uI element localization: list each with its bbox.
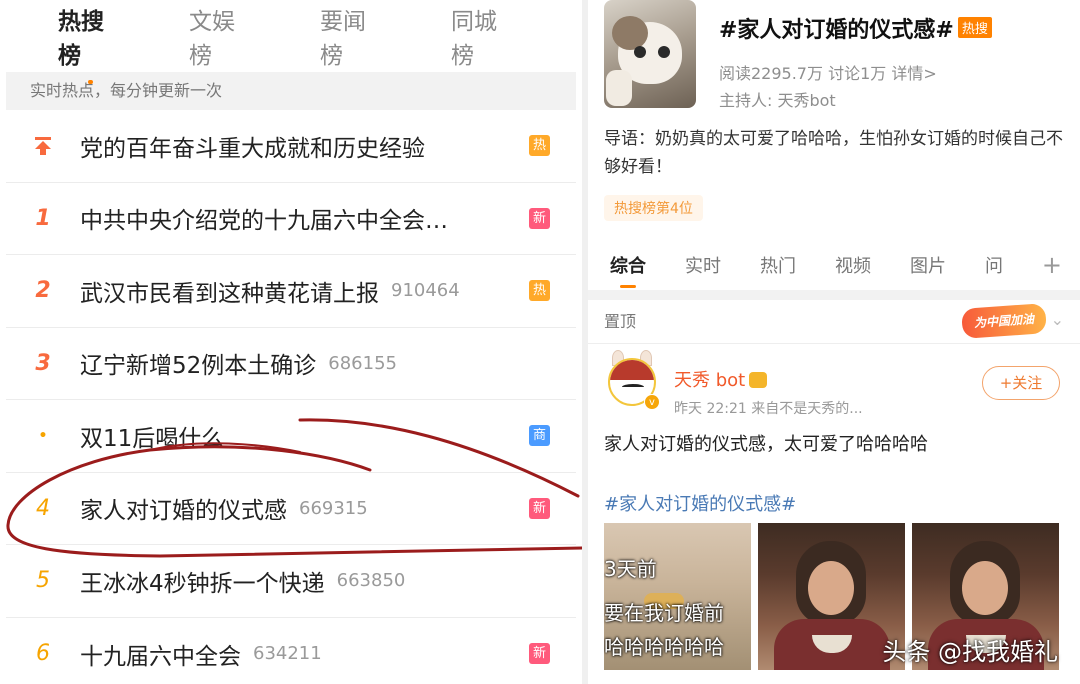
username-text: 天秀 bot — [674, 370, 746, 391]
pin-top-icon — [6, 135, 80, 157]
heat-count: 669315 — [299, 497, 368, 519]
list-item[interactable]: 1 中共中央介绍党的十九届六中全会… 新 — [6, 183, 576, 255]
list-item[interactable]: 2 武汉市民看到这种黄花请上报 910464 热 — [6, 255, 576, 328]
toutiao-watermark: 头条 @找我婚礼 — [882, 638, 1058, 666]
topic-stats[interactable]: 阅读2295.7万 讨论1万 详情> — [719, 60, 937, 84]
tab-popular[interactable]: 热门 — [760, 252, 796, 278]
topic-title-text: #家人对订婚的仪式感# — [719, 18, 954, 43]
tab-news[interactable]: 要闻榜 — [320, 2, 385, 70]
post-text: 家人对订婚的仪式感，太可爱了哈哈哈哈 — [604, 434, 928, 455]
post-username[interactable]: 天秀 bot — [674, 366, 768, 392]
tab-local[interactable]: 同城榜 — [451, 2, 516, 70]
new-badge: 新 — [529, 497, 550, 519]
chevron-down-icon[interactable]: ⌄ — [1051, 310, 1064, 329]
topic-title: #家人对订婚的仪式感# 热搜 — [719, 12, 992, 44]
list-item[interactable]: • 双11后喝什么 商 — [6, 400, 576, 473]
rank-tabs: 热搜榜 文娱榜 要闻榜 同城榜 — [0, 0, 582, 84]
new-badge: 新 — [529, 643, 550, 665]
topic-lead: 导语：奶奶真的太可爱了哈哈哈，生怕孙女订婚的时候自己不够好看！ — [604, 129, 1063, 177]
tab-questions[interactable]: 问 — [985, 252, 1003, 278]
cheer-china-sticker: 为中国加油 — [961, 303, 1047, 339]
rank-number: 5 — [36, 568, 50, 594]
topic-tabs: 综合 实时 热门 视频 图片 问 + — [588, 240, 1080, 290]
tab-entertainment[interactable]: 文娱榜 — [189, 2, 254, 70]
pinned-bar: 置顶 为中国加油 ⌄ — [588, 300, 1080, 344]
heat-count: 686155 — [328, 352, 397, 374]
list-item-title: 王冰冰4秒钟拆一个快递 — [80, 570, 325, 597]
rank-number: 4 — [36, 495, 50, 521]
follow-button[interactable]: +关注 — [982, 366, 1060, 400]
pinned-label: 置顶 — [604, 312, 637, 331]
post-meta: 昨天 22:21 来自不是天秀的... — [674, 401, 863, 417]
heat-count: 634211 — [253, 643, 322, 665]
rank-pill[interactable]: 热搜榜第4位 — [604, 195, 703, 221]
list-item-title: 双11后喝什么 — [80, 425, 225, 452]
topic-detail-panel: #家人对订婚的仪式感# 热搜 阅读2295.7万 讨论1万 详情> 主持人: 天秀… — [588, 0, 1080, 684]
tab-hot-search[interactable]: 热搜榜 — [58, 2, 123, 84]
tab-pictures[interactable]: 图片 — [910, 252, 946, 278]
rank-number: 1 — [35, 205, 51, 231]
avatar[interactable]: v — [604, 350, 660, 412]
post-image[interactable]: 3天前 要在我订婚前 哈哈哈哈哈哈 — [604, 523, 751, 670]
verified-icon: v — [644, 394, 660, 410]
rank-number: 3 — [35, 350, 51, 376]
hot-search-panel: 热搜榜 文娱榜 要闻榜 同城榜 实时热点，每分钟更新一次 党的百年奋斗重大成就和… — [0, 0, 582, 684]
hot-search-tag: 热搜 — [957, 17, 992, 38]
list-item[interactable]: 4 家人对订婚的仪式感 669315 新 — [6, 473, 576, 545]
new-badge: 新 — [529, 207, 550, 229]
heat-count: 910464 — [391, 280, 460, 302]
caption-line: 哈哈哈哈哈哈 — [604, 635, 724, 659]
list-item[interactable]: 5 王冰冰4秒钟拆一个快递 663850 — [6, 545, 576, 618]
list-item-title: 武汉市民看到这种黄花请上报 — [80, 280, 379, 307]
hot-badge: 热 — [529, 135, 550, 157]
tab-video[interactable]: 视频 — [835, 252, 871, 278]
tab-realtime[interactable]: 实时 — [685, 252, 721, 278]
heat-count: 663850 — [336, 570, 406, 592]
hot-search-list: 党的百年奋斗重大成就和历史经验 热 1 中共中央介绍党的十九届六中全会… 新 2… — [0, 110, 582, 684]
vip-icon — [749, 372, 768, 388]
rank-number: 2 — [35, 278, 51, 304]
topic-header: #家人对订婚的仪式感# 热搜 阅读2295.7万 讨论1万 详情> 主持人: 天秀… — [588, 0, 1080, 115]
list-item-title: 十九届六中全会 — [80, 643, 241, 670]
realtime-subheader: 实时热点，每分钟更新一次 — [6, 72, 576, 110]
list-item-title: 辽宁新增52例本土确诊 — [80, 353, 317, 380]
section-separator — [588, 290, 1080, 300]
caption-line: 要在我订婚前 — [604, 601, 724, 625]
topic-host: 主持人: 天秀bot — [719, 91, 836, 110]
list-item-title: 中共中央介绍党的十九届六中全会… — [80, 208, 448, 235]
list-item[interactable]: 党的百年奋斗重大成就和历史经验 热 — [6, 110, 576, 183]
ad-badge: 商 — [529, 425, 550, 447]
topic-cover-image — [604, 0, 696, 108]
list-item[interactable]: 6 十九届六中全会 634211 新 — [6, 618, 576, 684]
list-item[interactable]: 3 辽宁新增52例本土确诊 686155 — [6, 328, 576, 400]
list-item-title: 党的百年奋斗重大成就和历史经验 — [80, 135, 425, 162]
post-hashtag[interactable]: #家人对订婚的仪式感# — [604, 490, 796, 516]
add-tab-icon[interactable]: + — [1042, 251, 1062, 279]
hot-badge: 热 — [529, 280, 550, 302]
rank-number: 6 — [36, 641, 50, 667]
caption-line: 3天前 — [604, 557, 657, 581]
tab-comprehensive[interactable]: 综合 — [610, 252, 646, 288]
list-item-title: 家人对订婚的仪式感 — [80, 498, 287, 525]
ad-dot: • — [38, 427, 48, 444]
